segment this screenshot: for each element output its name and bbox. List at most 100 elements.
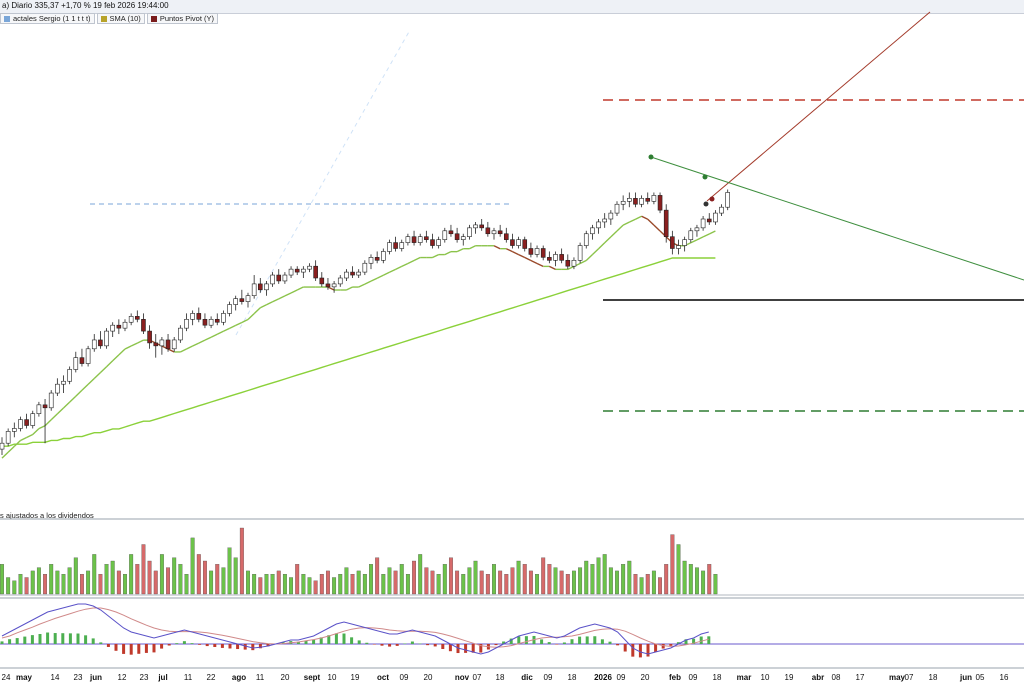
macd-histogram-bar [190, 643, 194, 644]
x-tick-label: 24 [2, 673, 11, 682]
x-tick-label: 16 [1000, 673, 1009, 682]
candle-body [245, 295, 251, 302]
candle-body [257, 283, 263, 291]
candle-body [676, 245, 681, 249]
candle-body [239, 298, 245, 302]
volume-bar [246, 570, 250, 595]
candle-body [159, 339, 165, 347]
x-tick-label: 12 [118, 673, 127, 682]
macd-histogram-bar [205, 644, 209, 647]
sma-fast-segment [395, 265, 403, 270]
volume-bar [461, 574, 466, 595]
macd-histogram-bar [547, 642, 551, 644]
candle-body [178, 327, 183, 341]
macd-histogram-bar [699, 636, 703, 644]
volume-bar [393, 570, 398, 595]
trend-anchor-point [648, 154, 654, 160]
macd-histogram-bar [646, 644, 650, 657]
volume-bar [282, 574, 287, 595]
x-tick-label: abr [812, 673, 824, 682]
volume-bar [639, 577, 644, 595]
volume-bar [36, 567, 41, 595]
candle-body [510, 239, 515, 246]
candle-body [208, 318, 214, 326]
macd-histogram-bar [175, 643, 179, 644]
candle-body [325, 283, 331, 288]
macd-histogram-bar [68, 633, 72, 644]
x-tick-label: may [16, 673, 33, 682]
sma-fast-segment [216, 330, 224, 335]
sma-fast-segment [536, 262, 544, 268]
macd-histogram-bar [114, 644, 118, 651]
volume-bar [18, 574, 23, 595]
volume-bar [141, 544, 146, 595]
candle-body [73, 357, 79, 370]
sma-fast-segment [469, 245, 476, 250]
candle-body [184, 318, 189, 329]
macd-histogram-bar [198, 644, 202, 645]
candle-body [485, 227, 491, 235]
macd-histogram-bar [0, 641, 4, 644]
sma-fast-segment [524, 256, 532, 262]
volume-bar [80, 574, 84, 595]
macd-histogram-bar [600, 639, 604, 644]
sma-fast-segment [358, 283, 366, 288]
volume-bar [602, 554, 607, 595]
candle-body [590, 227, 595, 235]
x-tick-label: 05 [976, 673, 985, 682]
macd-histogram-bar [152, 644, 156, 653]
candle-body [424, 236, 429, 240]
price-chart[interactable]: 24 may 14 23 jun 12 23 jul 11 22 ago 11 20 sept 10 19 oc… [0, 0, 1024, 683]
trend-anchor-point [703, 201, 709, 207]
sma-fast-segment [229, 324, 237, 329]
macd-histogram-bar [661, 644, 665, 649]
volume-bar [270, 574, 275, 595]
sma-fast-segment [598, 242, 606, 250]
sma-fast-segment [708, 230, 716, 235]
candle-body [663, 209, 669, 237]
sma-fast-segment [44, 419, 52, 427]
sma-fast-segment [112, 354, 120, 362]
volume-bar [688, 564, 693, 595]
x-tick-label: feb [669, 673, 681, 682]
macd-histogram-bar [426, 644, 430, 646]
sma-fast-segment [432, 253, 439, 259]
candle-body [171, 339, 177, 350]
volume-bar [221, 567, 226, 595]
x-tick-label: 23 [140, 673, 149, 682]
sma-fast-segment [327, 286, 335, 291]
candle-body [221, 313, 226, 323]
trend-anchor-point [702, 174, 708, 180]
candle-body [614, 203, 620, 214]
sma-fast-segment [198, 339, 206, 344]
candle-body [264, 283, 269, 291]
volume-bar [565, 574, 570, 595]
macd-histogram-bar [23, 636, 27, 644]
sma-fast-segment [167, 348, 175, 353]
candle-body [141, 318, 146, 332]
candle-body [116, 324, 122, 329]
x-tick-label: oct [377, 673, 389, 682]
candle-body [645, 198, 651, 202]
trendline-up [706, 11, 931, 202]
macd-histogram-bar [46, 632, 50, 644]
sma-fast-segment [81, 383, 89, 391]
volume-bar [295, 564, 300, 595]
sma-fast-segment [136, 339, 144, 344]
volume-bar [682, 560, 687, 595]
sma-fast-segment [567, 265, 575, 270]
sma-fast-segment [223, 327, 230, 332]
sma-fast-segment [106, 360, 114, 368]
volume-bar [227, 547, 232, 595]
volume-bar [590, 564, 595, 595]
candle-body [214, 318, 220, 323]
candle-body [387, 242, 392, 252]
x-tick-label: 2026 [594, 673, 612, 682]
candle-body [251, 283, 257, 296]
x-tick-label: 20 [424, 673, 433, 682]
sma-fast-segment [512, 251, 519, 256]
trend-anchor-point [709, 196, 715, 202]
volume-bar [233, 557, 238, 595]
candle-body [602, 218, 608, 223]
volume-bar [356, 570, 361, 595]
